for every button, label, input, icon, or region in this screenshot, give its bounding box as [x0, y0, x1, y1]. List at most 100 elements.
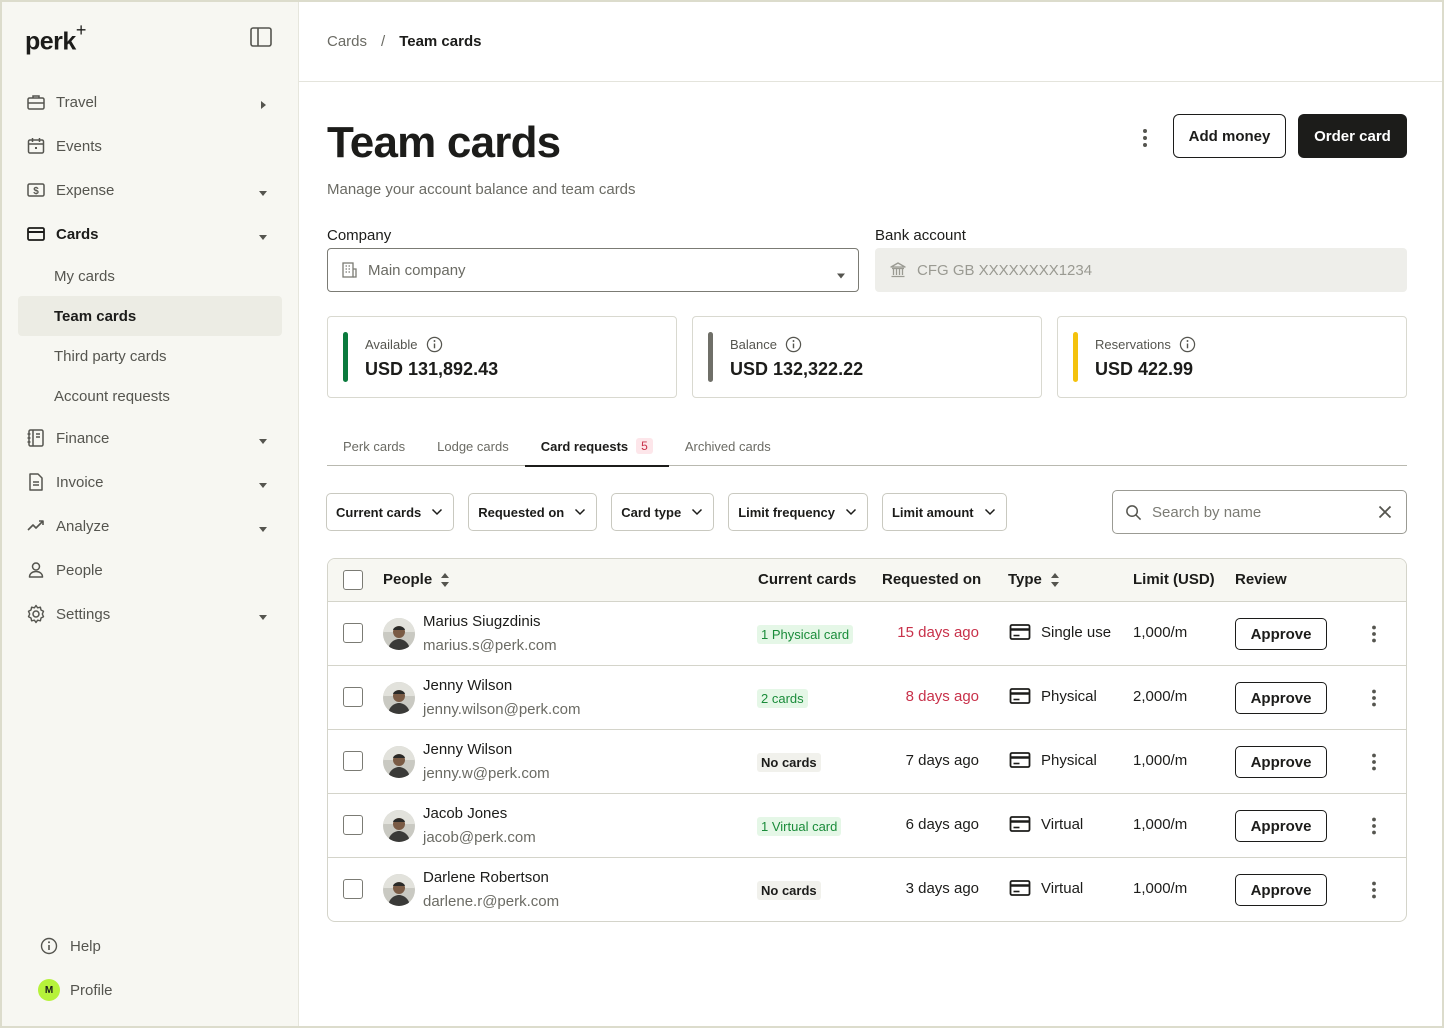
more-options-icon[interactable] [1364, 688, 1384, 708]
column-people[interactable]: People [383, 571, 450, 588]
card-icon [1009, 623, 1031, 641]
perk-logo[interactable]: perk+ [25, 20, 86, 56]
avatar [383, 810, 415, 842]
approve-button[interactable]: Approve [1235, 682, 1327, 714]
card-icon [26, 224, 46, 244]
order-card-button[interactable]: Order card [1298, 114, 1407, 158]
requested-on: 6 days ago [905, 816, 979, 833]
filter-limit-frequency[interactable]: Limit frequency [728, 493, 868, 531]
sidebar-subitem-account-requests[interactable]: Account requests [18, 376, 282, 416]
approve-button[interactable]: Approve [1235, 874, 1327, 906]
breadcrumb: Cards / Team cards [299, 2, 1442, 82]
table-row[interactable]: Darlene Robertson darlene.r@perk.com No ca… [328, 858, 1406, 921]
sidebar-subitem-my-cards[interactable]: My cards [18, 256, 282, 296]
sidebar-item-finance[interactable]: Finance [18, 416, 282, 460]
current-cards-badge: No cards [757, 881, 821, 900]
breadcrumb-separator: / [381, 33, 386, 50]
card-type: Physical [1009, 751, 1097, 769]
breadcrumb-current: Team cards [399, 33, 482, 50]
tab-lodge-cards[interactable]: Lodge cards [421, 426, 525, 466]
row-checkbox[interactable] [343, 751, 363, 771]
select-all-checkbox[interactable] [343, 570, 363, 590]
table-row[interactable]: Marius Siugzdinis marius.s@perk.com 1 Phys… [328, 602, 1406, 666]
card-requests-table: People Current cards Requested on Type L… [327, 558, 1407, 922]
close-icon[interactable] [1378, 505, 1392, 524]
sidebar-item-travel[interactable]: Travel [18, 80, 282, 124]
more-options-icon[interactable] [1364, 880, 1384, 900]
sort-icon [440, 572, 450, 588]
person-email: jacob@perk.com [423, 829, 536, 846]
avatar [383, 746, 415, 778]
card-type-label: Physical [1041, 687, 1097, 705]
requested-on: 7 days ago [905, 752, 979, 769]
chevron-down-icon [258, 521, 268, 532]
current-cards-badge: 1 Virtual card [757, 817, 842, 836]
more-options-icon[interactable] [1364, 752, 1384, 772]
column-type[interactable]: Type [1008, 571, 1060, 588]
breadcrumb-cards[interactable]: Cards [327, 33, 367, 50]
sidebar-item-cards[interactable]: Cards [18, 212, 282, 256]
sidebar-item-expense[interactable]: $ Expense [18, 168, 282, 212]
tab-card-requests[interactable]: Card requests 5 [524, 426, 669, 467]
table-row[interactable]: Jenny Wilson jenny.wilson@perk.com 2 cards… [328, 666, 1406, 730]
ledger-icon [26, 428, 46, 448]
table-row[interactable]: Jenny Wilson jenny.w@perk.com No cards 7 da… [328, 730, 1406, 794]
filter-card-type[interactable]: Card type [611, 493, 715, 531]
dollar-icon: $ [26, 180, 46, 200]
sidebar-item-events[interactable]: Events [18, 124, 282, 168]
sidebar-item-label: Expense [56, 181, 115, 199]
sidebar-item-invoice[interactable]: Invoice [18, 460, 282, 504]
card-icon [1009, 879, 1031, 897]
row-checkbox[interactable] [343, 687, 363, 707]
help-link[interactable]: Help [38, 924, 113, 968]
sidebar-item-label: Travel [56, 93, 98, 111]
table-row[interactable]: Jacob Jones jacob@perk.com 1 Virtual card 6… [328, 794, 1406, 858]
sidebar-item-analyze[interactable]: Analyze [18, 504, 282, 548]
card-type: Virtual [1009, 815, 1083, 833]
chevron-down-icon [836, 267, 846, 284]
sidebar-item-people[interactable]: People [18, 548, 282, 592]
filter-current-cards[interactable]: Current cards [326, 493, 455, 531]
sidebar-subitem-team-cards[interactable]: Team cards [18, 296, 282, 336]
approve-button[interactable]: Approve [1235, 746, 1327, 778]
stat-label: Balance [730, 336, 802, 353]
chevron-down-icon [258, 433, 268, 444]
info-icon[interactable] [785, 336, 802, 353]
row-checkbox[interactable] [343, 623, 363, 643]
person-email: jenny.wilson@perk.com [423, 701, 581, 718]
stat-label: Available [365, 336, 443, 353]
row-checkbox[interactable] [343, 815, 363, 835]
search-box [1112, 490, 1407, 534]
sidebar-toggle-icon[interactable] [250, 27, 274, 49]
add-money-button[interactable]: Add money [1173, 114, 1286, 158]
tab-perk-cards[interactable]: Perk cards [327, 426, 421, 466]
filter-limit-amount[interactable]: Limit amount [881, 493, 1007, 531]
sidebar-item-settings[interactable]: Settings [18, 592, 282, 636]
briefcase-icon [26, 92, 46, 112]
more-options-icon[interactable] [1364, 816, 1384, 836]
search-input[interactable] [1152, 503, 1352, 521]
chevron-down-icon [258, 229, 268, 240]
more-options-icon[interactable] [1364, 624, 1384, 644]
company-select[interactable]: Main company [327, 248, 859, 292]
stat-value: USD 131,892.43 [365, 359, 499, 379]
gear-icon [26, 604, 46, 624]
sidebar-item-label: Finance [56, 429, 110, 447]
card-type-label: Single use [1041, 623, 1112, 641]
profile-link[interactable]: M Profile [38, 968, 113, 1012]
info-icon [38, 935, 60, 957]
info-icon[interactable] [426, 336, 443, 353]
approve-button[interactable]: Approve [1235, 810, 1327, 842]
sidebar-subitem-third-party-cards[interactable]: Third party cards [18, 336, 282, 376]
filter-requested-on[interactable]: Requested on [468, 493, 598, 531]
row-checkbox[interactable] [343, 879, 363, 899]
avatar [383, 618, 415, 650]
requested-on: 15 days ago [897, 624, 979, 641]
profile-label: Profile [70, 981, 113, 999]
tab-archived-cards[interactable]: Archived cards [669, 426, 787, 466]
info-icon[interactable] [1179, 336, 1196, 353]
bank-icon [889, 261, 907, 279]
approve-button[interactable]: Approve [1235, 618, 1327, 650]
more-options-icon[interactable] [1133, 124, 1157, 152]
chevron-down-icon [984, 508, 996, 516]
